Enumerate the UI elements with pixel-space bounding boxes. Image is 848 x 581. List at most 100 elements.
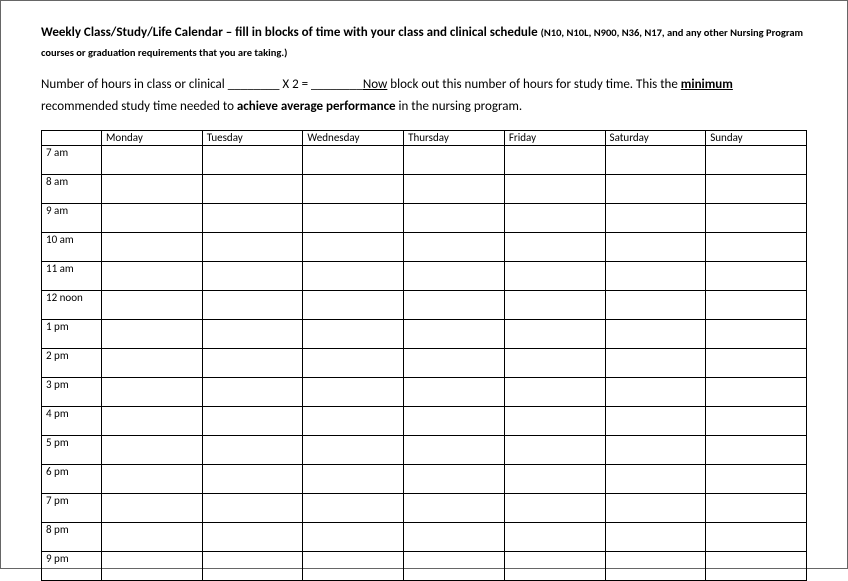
calendar-cell[interactable]	[504, 436, 605, 465]
calendar-cell[interactable]	[202, 407, 303, 436]
calendar-cell[interactable]	[404, 262, 505, 291]
calendar-cell[interactable]	[202, 291, 303, 320]
calendar-cell[interactable]	[706, 465, 807, 494]
calendar-cell[interactable]	[202, 233, 303, 262]
calendar-cell[interactable]	[605, 378, 706, 407]
calendar-cell[interactable]	[605, 291, 706, 320]
calendar-cell[interactable]	[706, 552, 807, 581]
calendar-cell[interactable]	[303, 465, 404, 494]
calendar-cell[interactable]	[202, 349, 303, 378]
calendar-cell[interactable]	[303, 407, 404, 436]
calendar-cell[interactable]	[504, 291, 605, 320]
calendar-cell[interactable]	[504, 407, 605, 436]
calendar-cell[interactable]	[202, 436, 303, 465]
calendar-cell[interactable]	[303, 291, 404, 320]
calendar-cell[interactable]	[605, 552, 706, 581]
calendar-cell[interactable]	[102, 436, 203, 465]
calendar-cell[interactable]	[202, 146, 303, 175]
calendar-cell[interactable]	[504, 175, 605, 204]
calendar-cell[interactable]	[504, 552, 605, 581]
calendar-cell[interactable]	[404, 407, 505, 436]
calendar-cell[interactable]	[706, 175, 807, 204]
calendar-cell[interactable]	[202, 494, 303, 523]
calendar-cell[interactable]	[303, 175, 404, 204]
calendar-cell[interactable]	[706, 262, 807, 291]
calendar-cell[interactable]	[303, 378, 404, 407]
calendar-cell[interactable]	[706, 291, 807, 320]
calendar-cell[interactable]	[605, 436, 706, 465]
calendar-cell[interactable]	[102, 262, 203, 291]
calendar-cell[interactable]	[303, 552, 404, 581]
calendar-cell[interactable]	[504, 494, 605, 523]
calendar-cell[interactable]	[102, 204, 203, 233]
calendar-cell[interactable]	[202, 175, 303, 204]
calendar-cell[interactable]	[102, 233, 203, 262]
calendar-cell[interactable]	[605, 146, 706, 175]
calendar-cell[interactable]	[706, 349, 807, 378]
calendar-cell[interactable]	[102, 349, 203, 378]
calendar-cell[interactable]	[303, 349, 404, 378]
calendar-cell[interactable]	[202, 465, 303, 494]
calendar-cell[interactable]	[504, 233, 605, 262]
calendar-cell[interactable]	[303, 146, 404, 175]
calendar-cell[interactable]	[706, 146, 807, 175]
calendar-cell[interactable]	[202, 378, 303, 407]
calendar-cell[interactable]	[706, 523, 807, 552]
calendar-cell[interactable]	[504, 320, 605, 349]
calendar-cell[interactable]	[504, 378, 605, 407]
calendar-cell[interactable]	[303, 436, 404, 465]
calendar-cell[interactable]	[404, 175, 505, 204]
calendar-cell[interactable]	[706, 494, 807, 523]
calendar-cell[interactable]	[605, 523, 706, 552]
calendar-cell[interactable]	[303, 204, 404, 233]
calendar-cell[interactable]	[605, 204, 706, 233]
calendar-cell[interactable]	[303, 494, 404, 523]
calendar-cell[interactable]	[202, 204, 303, 233]
calendar-cell[interactable]	[102, 407, 203, 436]
calendar-cell[interactable]	[605, 262, 706, 291]
calendar-cell[interactable]	[102, 320, 203, 349]
calendar-cell[interactable]	[102, 523, 203, 552]
calendar-cell[interactable]	[102, 465, 203, 494]
calendar-cell[interactable]	[202, 552, 303, 581]
calendar-cell[interactable]	[102, 175, 203, 204]
calendar-cell[interactable]	[605, 465, 706, 494]
calendar-cell[interactable]	[605, 349, 706, 378]
calendar-cell[interactable]	[102, 494, 203, 523]
calendar-cell[interactable]	[102, 291, 203, 320]
calendar-cell[interactable]	[404, 436, 505, 465]
calendar-cell[interactable]	[102, 378, 203, 407]
calendar-cell[interactable]	[605, 175, 706, 204]
calendar-cell[interactable]	[404, 233, 505, 262]
calendar-cell[interactable]	[404, 320, 505, 349]
calendar-cell[interactable]	[404, 291, 505, 320]
calendar-cell[interactable]	[706, 204, 807, 233]
calendar-cell[interactable]	[404, 378, 505, 407]
calendar-cell[interactable]	[404, 465, 505, 494]
calendar-cell[interactable]	[605, 494, 706, 523]
calendar-cell[interactable]	[303, 320, 404, 349]
calendar-cell[interactable]	[404, 523, 505, 552]
calendar-cell[interactable]	[504, 204, 605, 233]
calendar-cell[interactable]	[303, 523, 404, 552]
calendar-cell[interactable]	[102, 146, 203, 175]
calendar-cell[interactable]	[202, 523, 303, 552]
calendar-cell[interactable]	[504, 465, 605, 494]
calendar-cell[interactable]	[504, 349, 605, 378]
calendar-cell[interactable]	[706, 436, 807, 465]
calendar-cell[interactable]	[504, 262, 605, 291]
calendar-cell[interactable]	[303, 262, 404, 291]
calendar-cell[interactable]	[404, 552, 505, 581]
calendar-cell[interactable]	[404, 204, 505, 233]
calendar-cell[interactable]	[605, 407, 706, 436]
calendar-cell[interactable]	[404, 494, 505, 523]
calendar-cell[interactable]	[706, 407, 807, 436]
calendar-cell[interactable]	[605, 233, 706, 262]
calendar-cell[interactable]	[605, 320, 706, 349]
calendar-cell[interactable]	[706, 320, 807, 349]
calendar-cell[interactable]	[102, 552, 203, 581]
calendar-cell[interactable]	[202, 262, 303, 291]
calendar-cell[interactable]	[303, 233, 404, 262]
calendar-cell[interactable]	[404, 146, 505, 175]
calendar-cell[interactable]	[706, 233, 807, 262]
